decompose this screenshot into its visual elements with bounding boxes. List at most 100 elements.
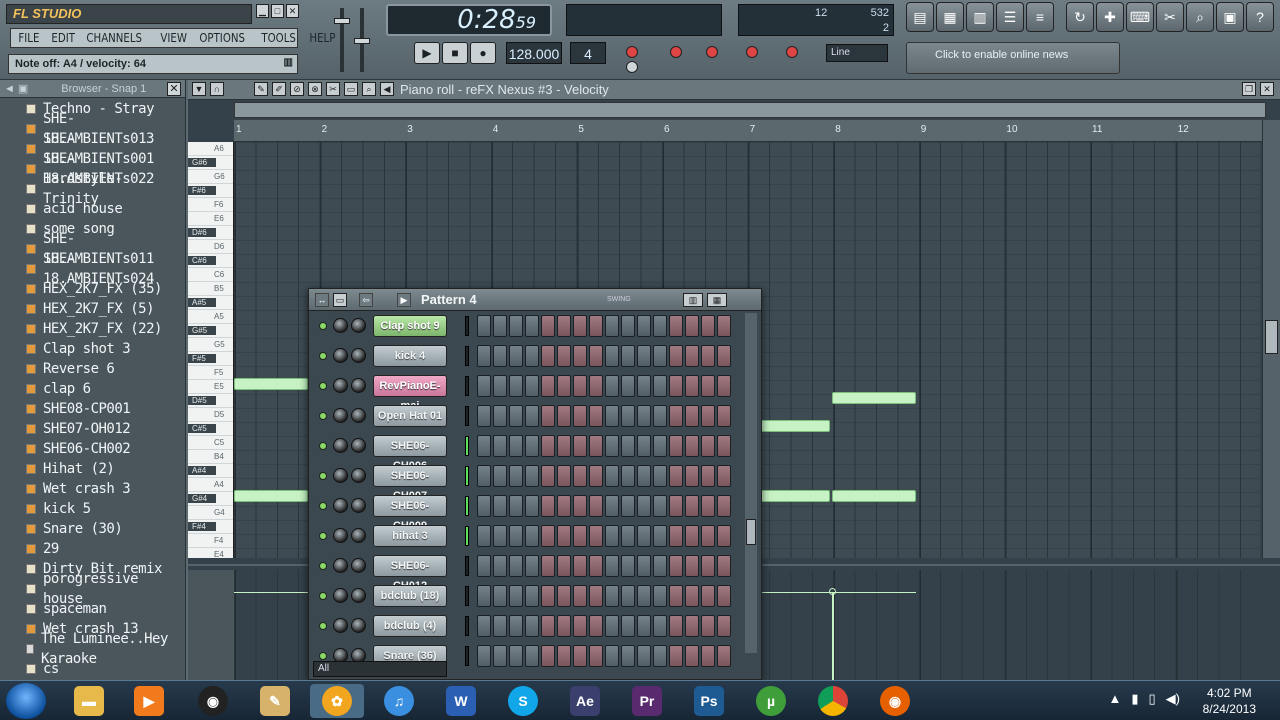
network-icon[interactable]: ▮ xyxy=(1131,691,1138,707)
step-button[interactable] xyxy=(509,345,523,367)
step-button[interactable] xyxy=(605,375,619,397)
select-tool-icon[interactable]: ▭ xyxy=(344,82,358,96)
step-sequencer-icon[interactable]: ▦ xyxy=(936,2,964,32)
step-button[interactable] xyxy=(541,375,555,397)
step-button[interactable] xyxy=(541,315,555,337)
step-button[interactable] xyxy=(493,495,507,517)
save-icon[interactable]: ▣ xyxy=(1216,2,1244,32)
step-button[interactable] xyxy=(541,465,555,487)
volume-knob[interactable] xyxy=(333,558,348,573)
fl-studio-button[interactable]: ✿ xyxy=(310,684,364,718)
step-button[interactable] xyxy=(637,645,651,667)
channel-mute-led[interactable] xyxy=(319,322,327,330)
step-button[interactable] xyxy=(653,465,667,487)
note[interactable] xyxy=(832,490,916,502)
firefox-button[interactable]: ◉ xyxy=(868,684,922,718)
step-button[interactable] xyxy=(525,465,539,487)
step-button[interactable] xyxy=(557,645,571,667)
browser-item[interactable]: SHE-18.AMBIENTs024 xyxy=(6,251,185,287)
step-button[interactable] xyxy=(589,525,603,547)
step-button[interactable] xyxy=(493,585,507,607)
volume-knob[interactable] xyxy=(333,528,348,543)
step-button[interactable] xyxy=(621,495,635,517)
graph-icon[interactable]: ▭ xyxy=(333,293,347,307)
countdown-icon[interactable] xyxy=(670,46,682,58)
menu-item-channels[interactable]: CHANNELS xyxy=(83,31,145,45)
channel-button[interactable]: bdclub (18) xyxy=(373,585,447,607)
step-button[interactable] xyxy=(717,375,731,397)
word-button[interactable]: W xyxy=(434,684,488,718)
step-button[interactable] xyxy=(477,645,491,667)
menu-item-file[interactable]: FILE xyxy=(15,31,43,45)
mixer-track-indicator[interactable] xyxy=(465,586,469,606)
step-button[interactable] xyxy=(701,345,715,367)
browser-item[interactable]: HEX_2K7_FX (5) xyxy=(6,299,185,319)
search-icon[interactable]: ⌕ xyxy=(1186,2,1214,32)
browser-item[interactable]: porogressive house xyxy=(6,571,185,607)
step-button[interactable] xyxy=(509,525,523,547)
pattern-number[interactable]: 4 xyxy=(570,42,606,64)
refresh-icon[interactable]: ↻ xyxy=(1066,2,1094,32)
step-button[interactable] xyxy=(509,495,523,517)
step-button[interactable] xyxy=(637,585,651,607)
note[interactable] xyxy=(760,490,830,502)
step-button[interactable] xyxy=(589,465,603,487)
step-button[interactable] xyxy=(653,645,667,667)
step-button[interactable] xyxy=(669,435,683,457)
playlist-icon[interactable]: ▤ xyxy=(906,2,934,32)
step-button[interactable] xyxy=(621,645,635,667)
mixer-track-indicator[interactable] xyxy=(465,466,469,486)
keyboard-mode-icon[interactable]: ▦ xyxy=(707,293,727,307)
step-button[interactable] xyxy=(557,405,571,427)
step-button[interactable] xyxy=(557,525,571,547)
step-button[interactable] xyxy=(477,495,491,517)
step-button[interactable] xyxy=(525,585,539,607)
step-button[interactable] xyxy=(637,405,651,427)
step-button[interactable] xyxy=(621,435,635,457)
step-button[interactable] xyxy=(669,645,683,667)
step-button[interactable] xyxy=(717,405,731,427)
volume-knob[interactable] xyxy=(333,498,348,513)
step-button[interactable] xyxy=(669,375,683,397)
step-button[interactable] xyxy=(669,555,683,577)
step-button[interactable] xyxy=(589,405,603,427)
menu-item-view[interactable]: VIEW xyxy=(157,31,190,45)
pan-knob[interactable] xyxy=(351,528,366,543)
step-button[interactable] xyxy=(621,525,635,547)
step-button[interactable] xyxy=(621,555,635,577)
step-button[interactable] xyxy=(589,375,603,397)
menu-item-edit[interactable]: EDIT xyxy=(48,31,78,45)
step-button[interactable] xyxy=(685,315,699,337)
channel-button[interactable]: SHE06-CH012 xyxy=(373,555,447,592)
step-button[interactable] xyxy=(573,405,587,427)
step-button[interactable] xyxy=(525,405,539,427)
volume-knob[interactable] xyxy=(333,618,348,633)
step-button[interactable] xyxy=(573,465,587,487)
step-button[interactable] xyxy=(637,315,651,337)
master-volume-slider[interactable] xyxy=(334,8,350,72)
step-button[interactable] xyxy=(621,375,635,397)
step-button[interactable] xyxy=(669,405,683,427)
step-button[interactable] xyxy=(573,495,587,517)
step-button[interactable] xyxy=(669,465,683,487)
step-button[interactable] xyxy=(621,585,635,607)
horizontal-scrollbar[interactable] xyxy=(234,102,1266,118)
browser-item[interactable]: SHE08-CP001 xyxy=(6,399,185,419)
paint-tool-icon[interactable]: ✐ xyxy=(272,82,286,96)
step-button[interactable] xyxy=(541,435,555,457)
scroll-thumb[interactable] xyxy=(1265,320,1278,354)
channel-mute-led[interactable] xyxy=(319,592,327,600)
step-button[interactable] xyxy=(493,555,507,577)
step-button[interactable] xyxy=(509,405,523,427)
pan-knob[interactable] xyxy=(351,498,366,513)
step-button[interactable] xyxy=(701,555,715,577)
velocity-bar[interactable] xyxy=(832,592,834,682)
detach-icon[interactable]: ❐ xyxy=(1242,82,1256,96)
piano-keyboard[interactable]: A6 G#6 G6 F#6 F6 E6 D#6 D6 C#6 C6 B5 A#5 A5 G#5 G5 F#5 F… xyxy=(188,142,234,559)
volume-knob[interactable] xyxy=(333,378,348,393)
vertical-scrollbar[interactable] xyxy=(1262,120,1280,558)
speaker-icon[interactable]: ◀ xyxy=(380,82,394,96)
media-player-button[interactable]: ▶ xyxy=(122,684,176,718)
step-button[interactable] xyxy=(493,315,507,337)
step-button[interactable] xyxy=(669,495,683,517)
